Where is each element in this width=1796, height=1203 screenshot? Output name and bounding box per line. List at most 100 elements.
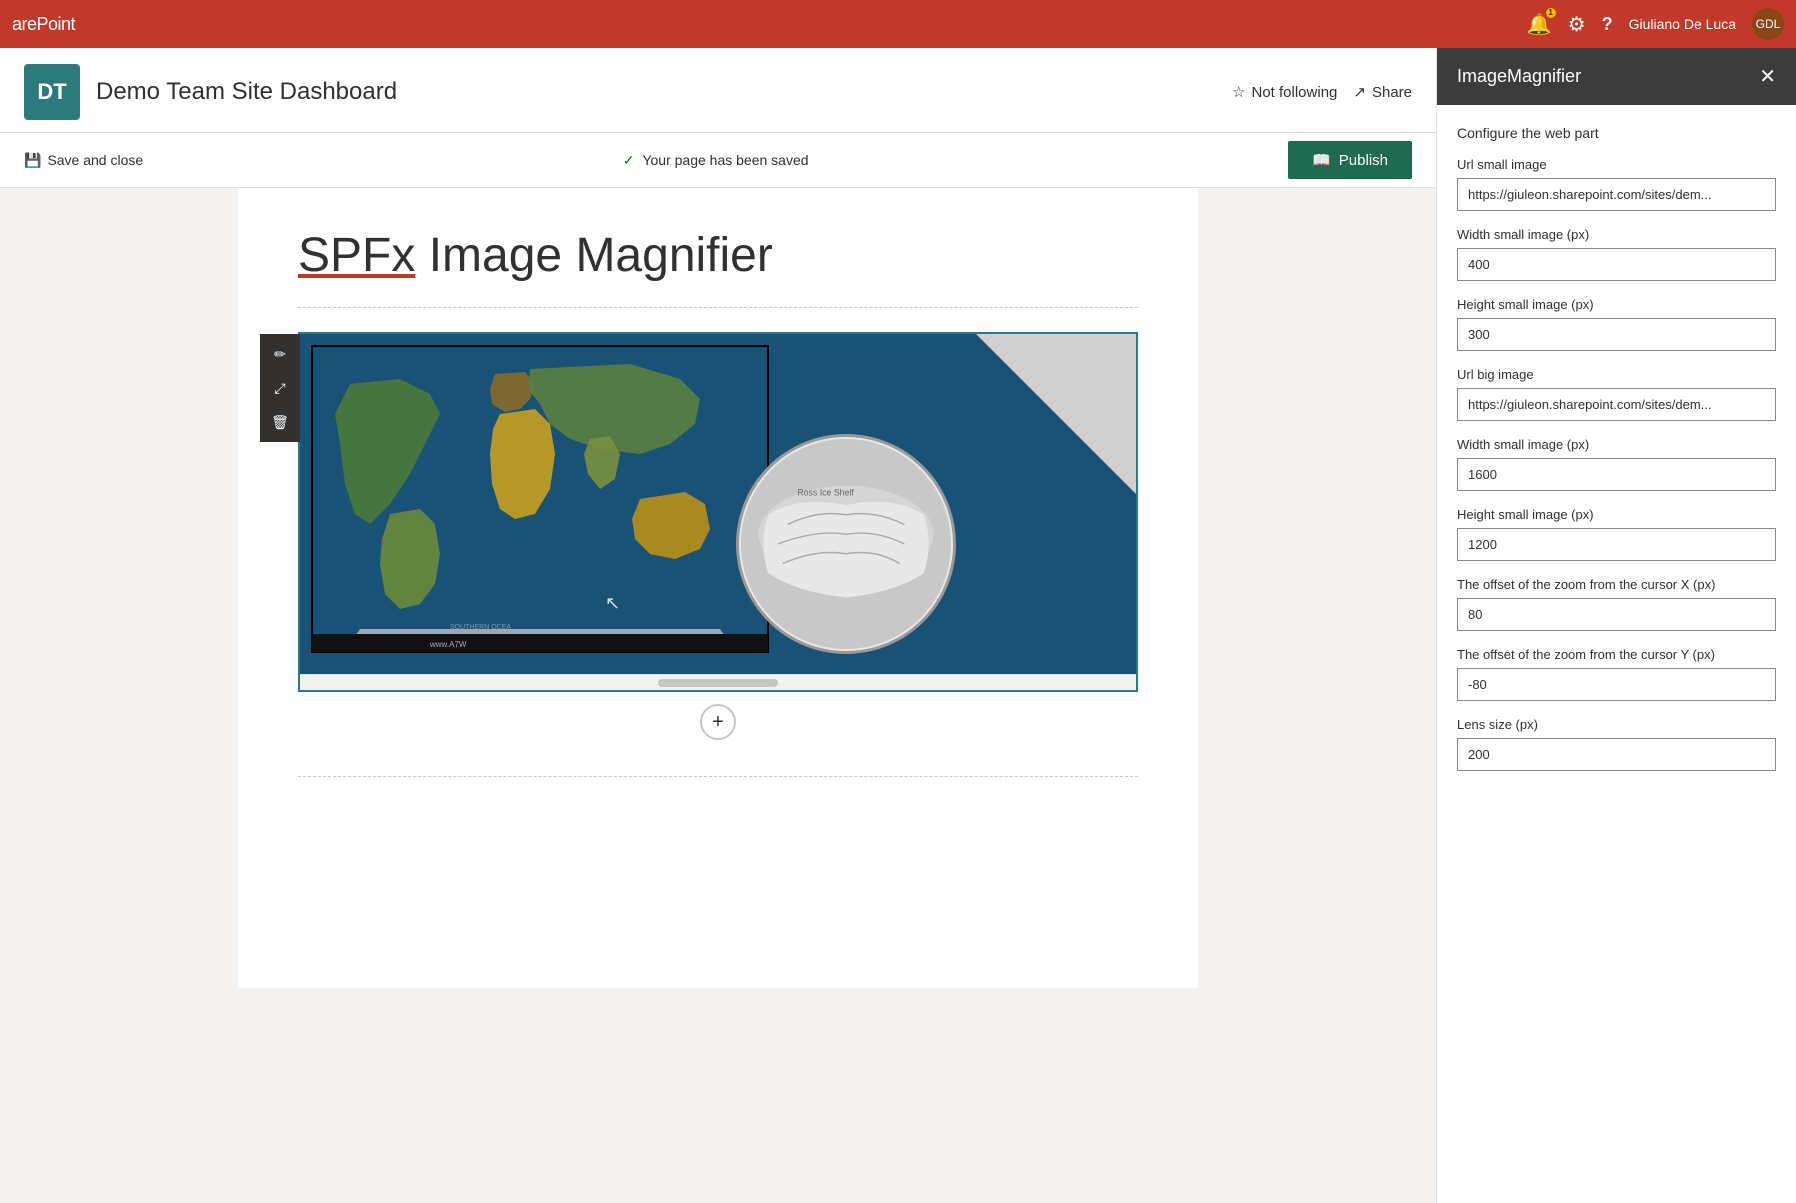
check-icon: ✓ — [623, 152, 635, 169]
input-lens-size[interactable] — [1457, 738, 1776, 771]
form-group-height-small: Height small image (px) — [1457, 297, 1776, 351]
delete-webpart-button[interactable]: 🗑 — [264, 406, 296, 438]
svg-text:SOUTHERN OCEA: SOUTHERN OCEA — [450, 624, 511, 631]
gear-icon: ⚙ — [1568, 14, 1586, 36]
form-group-width-big: Width small image (px) — [1457, 437, 1776, 491]
page-actions: ☆ Not following ↗ Share — [1232, 83, 1412, 101]
input-url-big[interactable] — [1457, 388, 1776, 421]
plus-icon: + — [712, 711, 724, 734]
input-width-big[interactable] — [1457, 458, 1776, 491]
form-group-offset-y: The offset of the zoom from the cursor Y… — [1457, 647, 1776, 701]
edit-webpart-button[interactable]: ✏ — [264, 338, 296, 370]
input-height-small[interactable] — [1457, 318, 1776, 351]
label-width-small: Width small image (px) — [1457, 227, 1776, 242]
site-initials: DT — [37, 79, 66, 105]
main-layout: DT Demo Team Site Dashboard ☆ Not follow… — [0, 48, 1796, 1203]
star-icon: ☆ — [1232, 83, 1245, 101]
magnifier-circle: Ross Ice Shelf — [736, 434, 956, 654]
horizontal-scrollbar[interactable] — [300, 674, 1136, 690]
page-header: DT Demo Team Site Dashboard ☆ Not follow… — [0, 48, 1436, 133]
toolbar-center: ✓ Your page has been saved — [623, 152, 809, 169]
follow-label: Not following — [1252, 84, 1338, 101]
page-inner: SPFx Image Magnifier ✏ ⤢ — [238, 188, 1198, 988]
notification-badge: 1 — [1546, 8, 1556, 18]
notification-button[interactable]: 🔔 1 — [1527, 12, 1552, 37]
input-height-big[interactable] — [1457, 528, 1776, 561]
input-offset-y[interactable] — [1457, 668, 1776, 701]
toolbar: 💾 Save and close ✓ Your page has been sa… — [0, 133, 1436, 188]
bottom-section-divider — [298, 776, 1138, 777]
toolbar-left: 💾 Save and close — [24, 152, 143, 169]
label-height-small: Height small image (px) — [1457, 297, 1776, 312]
svg-text:Ross Ice Shelf: Ross Ice Shelf — [797, 487, 854, 497]
input-width-small[interactable] — [1457, 248, 1776, 281]
publish-label: Publish — [1339, 152, 1388, 169]
right-panel: ImageMagnifier ✕ Configure the web part … — [1436, 48, 1796, 1203]
section-divider — [298, 307, 1138, 308]
label-offset-y: The offset of the zoom from the cursor Y… — [1457, 647, 1776, 662]
form-group-lens-size: Lens size (px) — [1457, 717, 1776, 771]
panel-body: Configure the web part Url small image W… — [1437, 105, 1796, 791]
panel-header: ImageMagnifier ✕ — [1437, 48, 1796, 105]
configure-text: Configure the web part — [1457, 125, 1776, 141]
page-title-row: DT Demo Team Site Dashboard ☆ Not follow… — [24, 48, 1412, 132]
site-title: Demo Team Site Dashboard — [96, 78, 397, 106]
site-info: DT Demo Team Site Dashboard — [24, 64, 397, 120]
form-group-url-small: Url small image — [1457, 157, 1776, 211]
move-webpart-button[interactable]: ⤢ — [264, 372, 296, 404]
nav-left: arePoint — [12, 14, 75, 35]
question-icon: ? — [1602, 14, 1613, 34]
settings-button[interactable]: ⚙ — [1568, 12, 1586, 37]
save-close-label: Save and close — [47, 152, 143, 168]
heading-part2: Image Magnifier — [415, 229, 773, 282]
label-width-big: Width small image (px) — [1457, 437, 1776, 452]
publish-icon: 📖 — [1312, 151, 1331, 169]
close-icon: ✕ — [1759, 66, 1776, 88]
input-url-small[interactable] — [1457, 178, 1776, 211]
share-button[interactable]: ↗ Share — [1353, 83, 1412, 101]
panel-title: ImageMagnifier — [1457, 66, 1581, 87]
form-group-height-big: Height small image (px) — [1457, 507, 1776, 561]
form-group-width-small: Width small image (px) — [1457, 227, 1776, 281]
form-group-url-big: Url big image — [1457, 367, 1776, 421]
label-url-big: Url big image — [1457, 367, 1776, 382]
share-icon: ↗ — [1353, 83, 1366, 101]
add-webpart-row: + — [298, 692, 1138, 752]
content-area: DT Demo Team Site Dashboard ☆ Not follow… — [0, 48, 1436, 1203]
map-container: www.A7W SOUTHERN OCEA — [300, 334, 1136, 674]
corner-decoration — [976, 334, 1136, 494]
save-close-button[interactable]: 💾 Save and close — [24, 152, 143, 169]
form-group-offset-x: The offset of the zoom from the cursor X… — [1457, 577, 1776, 631]
site-avatar: DT — [24, 64, 80, 120]
cursor-indicator: ↖ — [605, 593, 620, 614]
user-name: Giuliano De Luca — [1629, 16, 1736, 32]
input-offset-x[interactable] — [1457, 598, 1776, 631]
app-name: arePoint — [12, 14, 75, 35]
world-map-svg: www.A7W SOUTHERN OCEA — [310, 344, 770, 654]
label-offset-x: The offset of the zoom from the cursor X… — [1457, 577, 1776, 592]
share-label: Share — [1372, 84, 1412, 101]
heading-container: SPFx Image Magnifier — [298, 228, 1138, 283]
nav-right: 🔔 1 ⚙ ? Giuliano De Luca GDL — [1527, 8, 1784, 40]
label-height-big: Height small image (px) — [1457, 507, 1776, 522]
help-button[interactable]: ? — [1602, 13, 1613, 36]
webpart-toolbar: ✏ ⤢ 🗑 — [260, 334, 300, 442]
delete-icon: 🗑 — [271, 414, 289, 431]
label-url-small: Url small image — [1457, 157, 1776, 172]
saved-message: Your page has been saved — [642, 152, 808, 168]
publish-button[interactable]: 📖 Publish — [1288, 141, 1412, 179]
follow-button[interactable]: ☆ Not following — [1232, 83, 1337, 101]
label-lens-size: Lens size (px) — [1457, 717, 1776, 732]
heading-part1: SPFx — [298, 229, 415, 282]
avatar-initials: GDL — [1756, 17, 1781, 31]
page-heading: SPFx Image Magnifier — [298, 229, 773, 282]
svg-text:www.A7W: www.A7W — [429, 640, 467, 649]
webpart-container: ✏ ⤢ 🗑 — [298, 332, 1138, 692]
panel-close-button[interactable]: ✕ — [1759, 64, 1776, 89]
magnifier-svg: Ross Ice Shelf — [739, 434, 953, 654]
page-content: SPFx Image Magnifier ✏ ⤢ — [0, 188, 1436, 1203]
add-webpart-button[interactable]: + — [700, 704, 736, 740]
top-navigation: arePoint 🔔 1 ⚙ ? Giuliano De Luca GDL — [0, 0, 1796, 48]
save-icon: 💾 — [24, 152, 41, 169]
avatar[interactable]: GDL — [1752, 8, 1784, 40]
